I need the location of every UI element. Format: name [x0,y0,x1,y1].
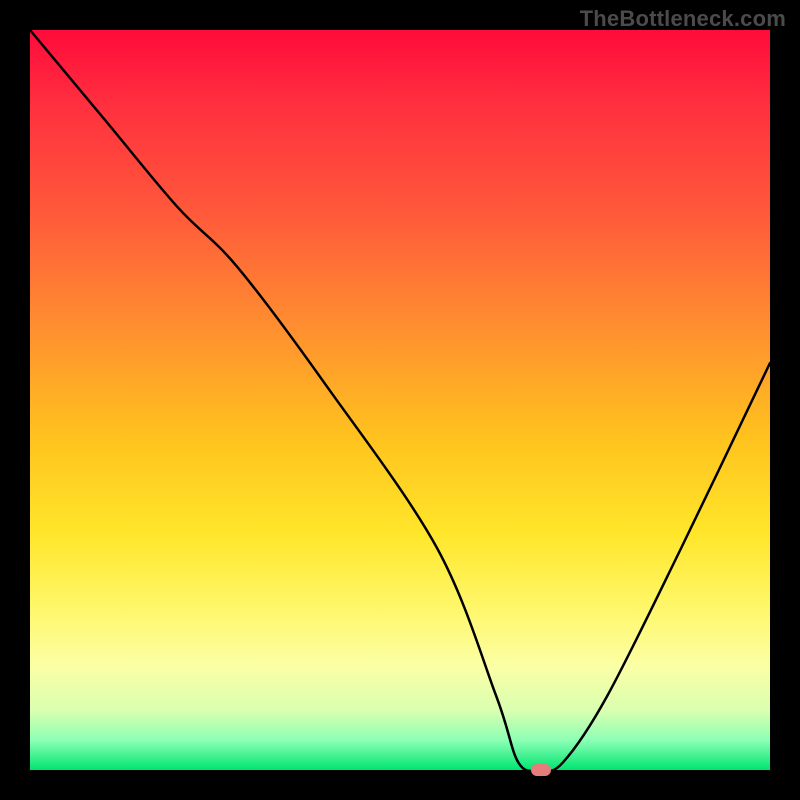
optimal-point-marker [531,764,551,776]
bottleneck-curve [30,30,770,770]
plot-area [30,30,770,770]
attribution-label: TheBottleneck.com [580,6,786,32]
chart-wrap: TheBottleneck.com [0,0,800,800]
